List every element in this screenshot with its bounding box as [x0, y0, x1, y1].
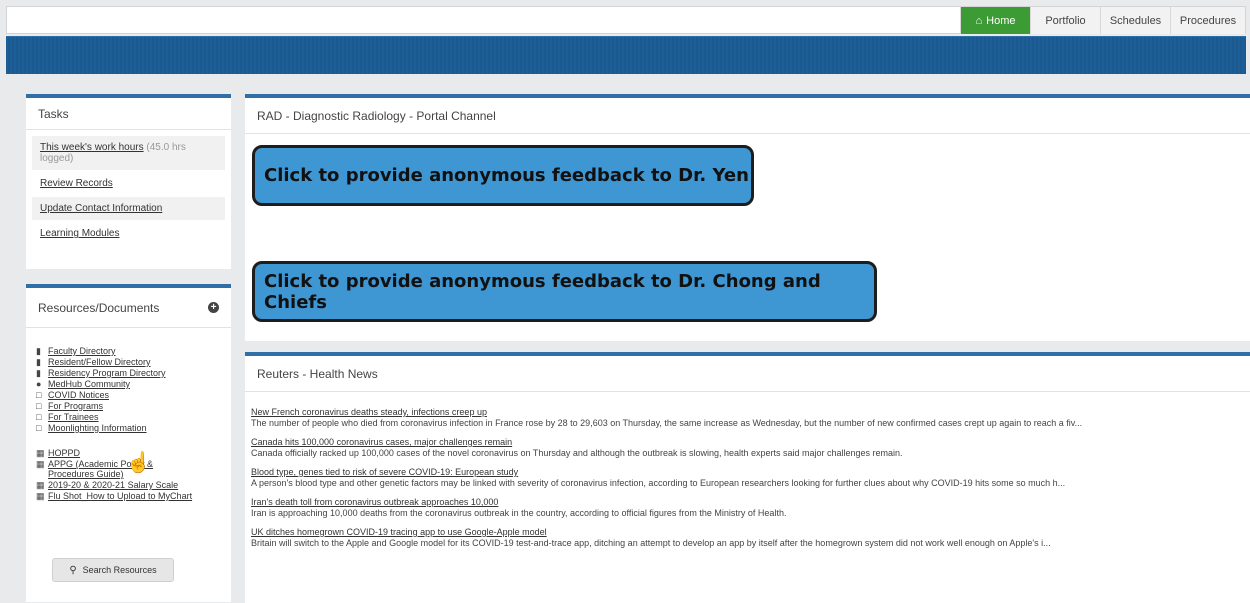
search-icon: ⚲	[69, 564, 77, 576]
flu-shot-link[interactable]: Flu Shot_How to Upload to MyChart	[48, 491, 192, 501]
appg-link[interactable]: APPG (Academic Policy & Procedures Guide…	[48, 459, 198, 479]
review-records-link[interactable]: Review Records	[40, 178, 113, 189]
folder-icon: □	[36, 390, 42, 400]
tab-home[interactable]: ⌂ Home	[960, 7, 1030, 34]
list-gap	[36, 434, 231, 448]
list-item: ▮ Resident/Fellow Directory	[36, 357, 231, 367]
list-item: Iran's death toll from coronavirus outbr…	[251, 497, 1250, 519]
news-title: Reuters - Health News	[257, 366, 378, 381]
resident-fellow-directory-link[interactable]: Resident/Fellow Directory	[48, 357, 151, 367]
list-item: UK ditches homegrown COVID-19 tracing ap…	[251, 527, 1250, 549]
document-icon: ▦	[36, 448, 45, 458]
folder-icon: □	[36, 412, 42, 422]
tab-schedules[interactable]: Schedules	[1100, 7, 1170, 34]
resources-title: Resources/Documents	[38, 300, 160, 315]
for-trainees-link[interactable]: For Trainees	[48, 412, 99, 422]
news-headline-link[interactable]: UK ditches homegrown COVID-19 tracing ap…	[251, 527, 1250, 538]
faculty-directory-link[interactable]: Faculty Directory	[48, 346, 116, 356]
hoppd-link[interactable]: HOPPD	[48, 448, 80, 458]
list-item: Blood type, genes tied to risk of severe…	[251, 467, 1250, 489]
resources-header: Resources/Documents +	[26, 288, 231, 328]
news-summary: Britain will switch to the Apple and Goo…	[251, 538, 1051, 548]
medhub-community-link[interactable]: MedHub Community	[48, 379, 130, 389]
add-icon[interactable]: +	[208, 302, 219, 313]
health-news-panel: Reuters - Health News New French coronav…	[245, 352, 1250, 603]
tasks-panel: Tasks This week's work hours (45.0 hrs l…	[26, 94, 231, 269]
list-item: □ COVID Notices	[36, 390, 231, 400]
feedback-dr-chong-button[interactable]: Click to provide anonymous feedback to D…	[252, 261, 877, 322]
portal-channel-panel: RAD - Diagnostic Radiology - Portal Chan…	[245, 94, 1250, 341]
list-item: New French coronavirus deaths steady, in…	[251, 407, 1250, 429]
list-item: ▮ Residency Program Directory	[36, 368, 231, 378]
folder-icon: □	[36, 401, 42, 411]
news-headline-link[interactable]: Iran's death toll from coronavirus outbr…	[251, 497, 1250, 508]
feedback-dr-yen-button[interactable]: Click to provide anonymous feedback to D…	[252, 145, 754, 206]
document-icon: ▦	[36, 459, 45, 469]
document-icon: ▦	[36, 480, 45, 490]
list-item: □ Moonlighting Information	[36, 423, 231, 433]
covid-notices-link[interactable]: COVID Notices	[48, 390, 109, 400]
news-headline-link[interactable]: Canada hits 100,000 coronavirus cases, m…	[251, 437, 1250, 448]
news-header: Reuters - Health News	[245, 356, 1250, 392]
search-resources-button[interactable]: ⚲ Search Resources	[52, 558, 174, 582]
tab-procedures[interactable]: Procedures	[1170, 7, 1245, 34]
news-summary: Canada officially racked up 100,000 case…	[251, 448, 903, 458]
list-item: □ For Programs	[36, 401, 231, 411]
news-summary: Iran is approaching 10,000 deaths from t…	[251, 508, 787, 518]
feedback-dr-chong-label: Click to provide anonymous feedback to D…	[264, 270, 821, 313]
for-programs-link[interactable]: For Programs	[48, 401, 103, 411]
list-item: □ For Trainees	[36, 412, 231, 422]
news-headline-link[interactable]: New French coronavirus deaths steady, in…	[251, 407, 1250, 418]
task-item-update-contact: Update Contact Information	[32, 197, 225, 222]
home-icon: ⌂	[975, 14, 983, 27]
book-icon: ▮	[36, 368, 41, 378]
tab-procedures-label: Procedures	[1179, 14, 1237, 27]
update-contact-link[interactable]: Update Contact Information	[40, 203, 162, 214]
tab-portfolio-label: Portfolio	[1045, 14, 1086, 27]
resources-panel: Resources/Documents + ▮ Faculty Directory…	[26, 284, 231, 602]
header-banner	[6, 36, 1246, 74]
learning-modules-link[interactable]: Learning Modules	[40, 228, 120, 239]
list-item: ▮ Faculty Directory	[36, 346, 231, 356]
tasks-title: Tasks	[38, 106, 69, 121]
top-bar: ⌂ Home Portfolio Schedules Procedures	[6, 6, 1246, 34]
resources-list: ▮ Faculty Directory ▮ Resident/Fellow Dire…	[26, 328, 231, 501]
residency-program-directory-link[interactable]: Residency Program Directory	[48, 368, 166, 378]
globe-icon: ●	[36, 379, 42, 389]
tasks-list: This week's work hours (45.0 hrs logged)…	[26, 130, 231, 247]
list-item: ▦ 2019-20 & 2020-21 Salary Scale	[36, 480, 231, 490]
tab-portfolio[interactable]: Portfolio	[1030, 7, 1100, 34]
salary-scale-link[interactable]: 2019-20 & 2020-21 Salary Scale	[48, 480, 178, 490]
document-icon: ▦	[36, 491, 45, 501]
work-hours-link[interactable]: This week's work hours	[40, 142, 144, 153]
tab-schedules-label: Schedules	[1109, 14, 1162, 27]
main-nav: ⌂ Home Portfolio Schedules Procedures	[960, 7, 1245, 34]
hand-cursor-icon: ☝	[126, 452, 151, 474]
book-icon: ▮	[36, 346, 41, 356]
tasks-header: Tasks	[26, 98, 231, 130]
tab-home-label: Home	[986, 14, 1016, 27]
task-item-review-records: Review Records	[32, 172, 225, 197]
moonlighting-information-link[interactable]: Moonlighting Information	[48, 423, 147, 433]
news-summary: The number of people who died from coron…	[251, 418, 1083, 428]
search-resources-label: Search Resources	[82, 565, 157, 575]
channel-title: RAD - Diagnostic Radiology - Portal Chan…	[257, 108, 496, 123]
channel-header: RAD - Diagnostic Radiology - Portal Chan…	[245, 98, 1250, 134]
list-item: ● MedHub Community	[36, 379, 231, 389]
news-summary: A person's blood type and other genetic …	[251, 478, 1066, 488]
task-item-learning-modules: Learning Modules	[32, 222, 225, 247]
feedback-dr-yen-label: Click to provide anonymous feedback to D…	[264, 165, 749, 186]
news-headline-link[interactable]: Blood type, genes tied to risk of severe…	[251, 467, 1250, 478]
folder-icon: □	[36, 423, 42, 433]
book-icon: ▮	[36, 357, 41, 367]
list-item: Canada hits 100,000 coronavirus cases, m…	[251, 437, 1250, 459]
list-item: ▦ Flu Shot_How to Upload to MyChart	[36, 491, 231, 501]
task-item-work-hours: This week's work hours (45.0 hrs logged)	[32, 136, 225, 172]
news-list: New French coronavirus deaths steady, in…	[245, 392, 1250, 549]
